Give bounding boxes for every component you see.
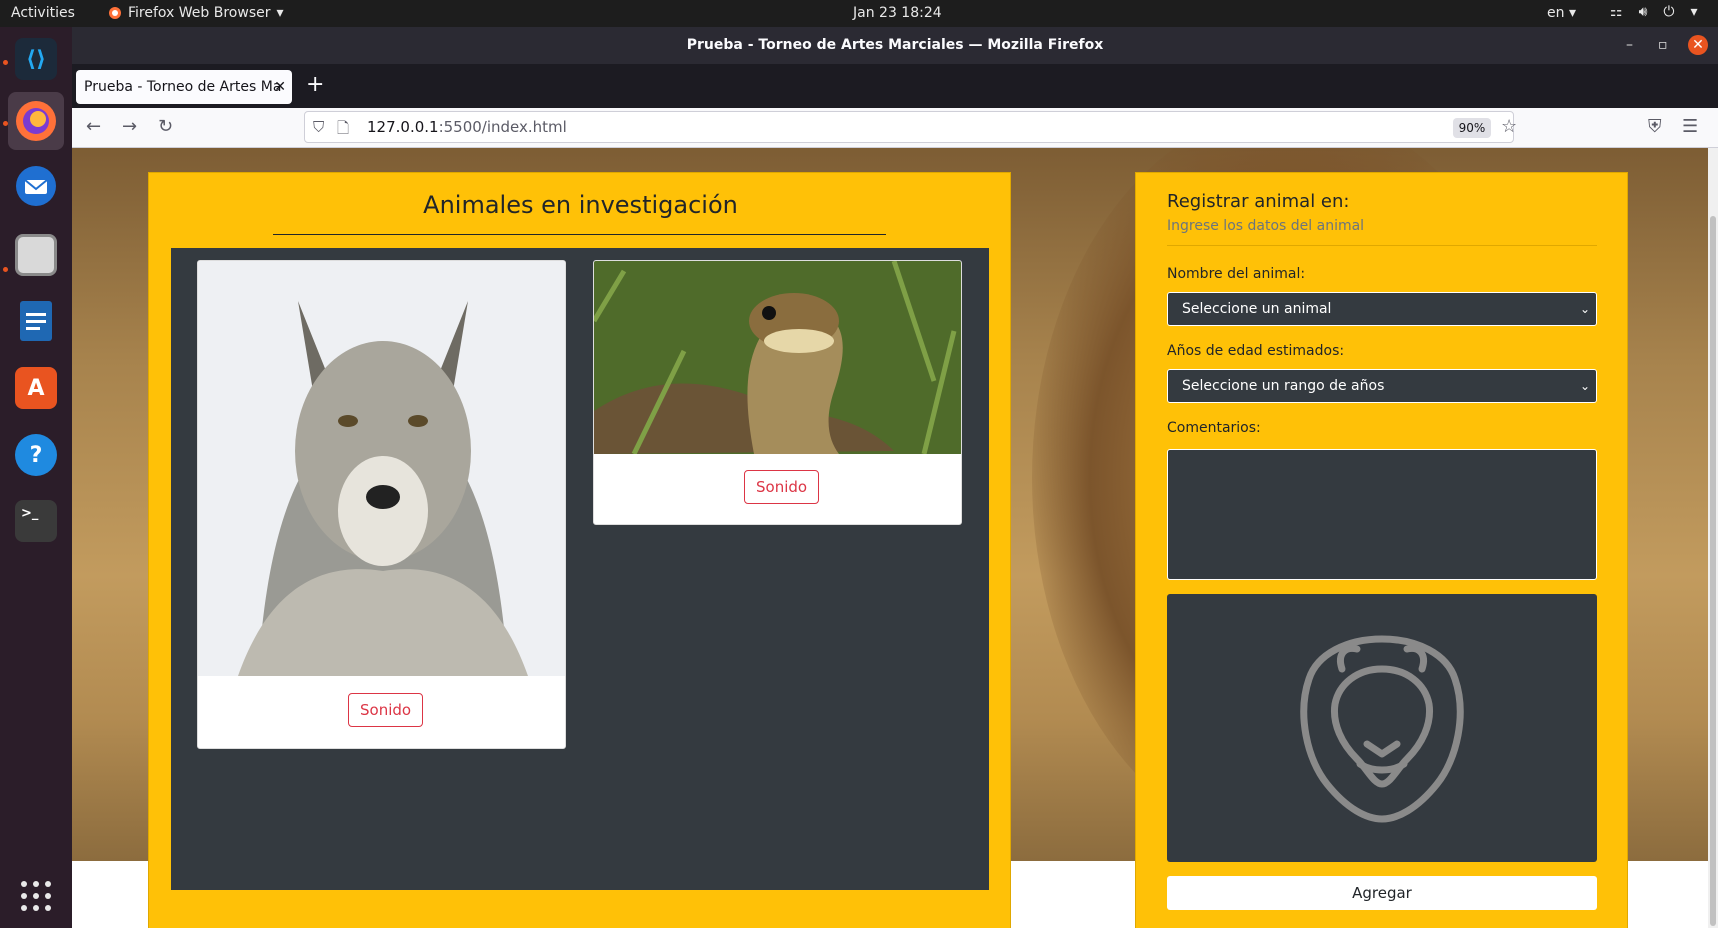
page-info-icon[interactable]: 🗋 [337,118,349,143]
tab-strip: Prueba - Torneo de Artes Ma ✕ + [72,64,1718,108]
tracking-shield-icon[interactable]: ⛉ [313,118,324,136]
sound-button-snake[interactable]: Sonido [744,470,820,504]
comments-textarea[interactable] [1167,449,1597,580]
chevron-down-icon: ⌄ [1579,302,1590,316]
dock-software[interactable]: A [8,359,64,417]
software-icon: A [15,367,57,409]
activities-button[interactable]: Activities [11,5,75,21]
tab-title: Prueba - Torneo de Artes Ma [84,79,282,95]
firefox-icon [16,101,56,141]
app-grid-icon [21,881,51,911]
hamburger-menu-icon[interactable]: ☰ [1682,116,1698,137]
form-subtitle: Ingrese los datos del animal [1167,218,1365,234]
power-icon: ⏻ [1663,4,1675,20]
clock[interactable]: Jan 23 18:24 [853,5,942,21]
chevron-down-icon: ⌄ [1579,379,1590,393]
animal-preview [1167,594,1597,862]
back-icon[interactable]: ← [86,116,101,137]
wolf-image [198,261,565,676]
window-titlebar[interactable]: Prueba - Torneo de Artes Marciales — Moz… [72,27,1718,64]
scrollbar-thumb[interactable] [1710,216,1716,926]
new-tab-icon[interactable]: + [306,72,324,97]
window-title: Prueba - Torneo de Artes Marciales — Moz… [686,37,1104,53]
chevron-down-icon: ▾ [276,5,284,21]
navigation-toolbar: ← → ↻ ⛉ 🗋 127.0.0.1:5500/index.html 90% … [72,108,1718,148]
language-label: en [1547,5,1565,21]
animals-grid: Sonido Sonido [171,248,989,890]
maximize-icon[interactable]: ▫ [1658,27,1668,64]
files-icon [15,234,57,276]
lion-icon [1300,635,1464,823]
add-button[interactable]: Agregar [1167,876,1597,910]
input-language[interactable]: en ▾ [1547,5,1576,21]
network-icon: ⚏ [1610,4,1623,20]
animal-select-value: Seleccione un animal [1182,301,1332,317]
system-tray[interactable]: ⚏ 🔊︎ ⏻ ▾ [1610,4,1698,20]
dock: ⟨⟩ A ? >_ [0,27,72,928]
close-icon[interactable]: ✕ [1688,35,1708,55]
age-select-value: Seleccione un rango de años [1182,378,1385,394]
app-menu[interactable]: Firefox Web Browser ▾ [108,5,284,21]
animals-title: Animales en investigación [423,191,738,219]
writer-icon [20,301,52,341]
close-tab-icon[interactable]: ✕ [274,70,286,104]
forward-icon[interactable]: → [122,116,137,137]
animal-card-wolf: Sonido [197,260,566,749]
animals-panel: Animales en investigación Sonido Sonido [148,172,1011,928]
dock-show-apps[interactable] [8,867,64,925]
gnome-top-bar: Activities Firefox Web Browser ▾ Jan 23 … [0,0,1718,27]
page-scrollbar[interactable] [1708,148,1718,928]
url-bar[interactable]: ⛉ 🗋 127.0.0.1:5500/index.html 90% ☆ [304,111,1517,143]
dock-vscode[interactable]: ⟨⟩ [8,30,64,88]
dock-help[interactable]: ? [8,426,64,484]
sound-button-wolf[interactable]: Sonido [348,693,424,727]
url-text[interactable]: 127.0.0.1:5500/index.html [367,118,567,136]
snake-image [594,261,961,454]
zoom-indicator[interactable]: 90% [1453,118,1491,138]
pocket-icon[interactable]: ⛨ [1648,116,1662,137]
animal-name-label: Nombre del animal: [1167,266,1306,282]
bookmark-star-icon[interactable]: ☆ [1501,116,1517,137]
dock-files[interactable] [8,226,64,284]
vscode-icon: ⟨⟩ [15,38,57,80]
url-host: 127.0.0.1 [367,118,439,136]
app-menu-label: Firefox Web Browser [128,5,271,21]
age-label: Años de edad estimados: [1167,343,1345,359]
dock-writer[interactable] [8,292,64,350]
chevron-down-icon: ▾ [1690,4,1698,20]
reload-icon[interactable]: ↻ [158,116,173,137]
volume-icon: 🔊︎ [1638,4,1648,20]
animal-card-snake: Sonido [593,260,962,525]
firefox-small-icon [109,7,121,19]
age-select[interactable]: Seleccione un rango de años ⌄ [1167,369,1597,403]
register-form-panel: Registrar animal en: Ingrese los datos d… [1135,172,1628,928]
terminal-icon: >_ [15,500,57,542]
dock-thunderbird[interactable] [8,157,64,215]
tab-active[interactable]: Prueba - Torneo de Artes Ma ✕ [76,70,292,104]
dock-terminal[interactable]: >_ [8,492,64,550]
thunderbird-icon [16,166,56,206]
form-divider [1167,245,1597,246]
animal-select[interactable]: Seleccione un animal ⌄ [1167,292,1597,326]
title-divider [273,234,886,235]
page-viewport: Animales en investigación Sonido Sonido … [72,148,1718,928]
form-title: Registrar animal en: [1167,191,1350,212]
url-path: :5500/index.html [438,118,567,136]
minimize-icon[interactable]: – [1626,27,1633,64]
comments-label: Comentarios: [1167,420,1261,436]
help-icon: ? [15,434,57,476]
dock-firefox[interactable] [8,92,64,150]
